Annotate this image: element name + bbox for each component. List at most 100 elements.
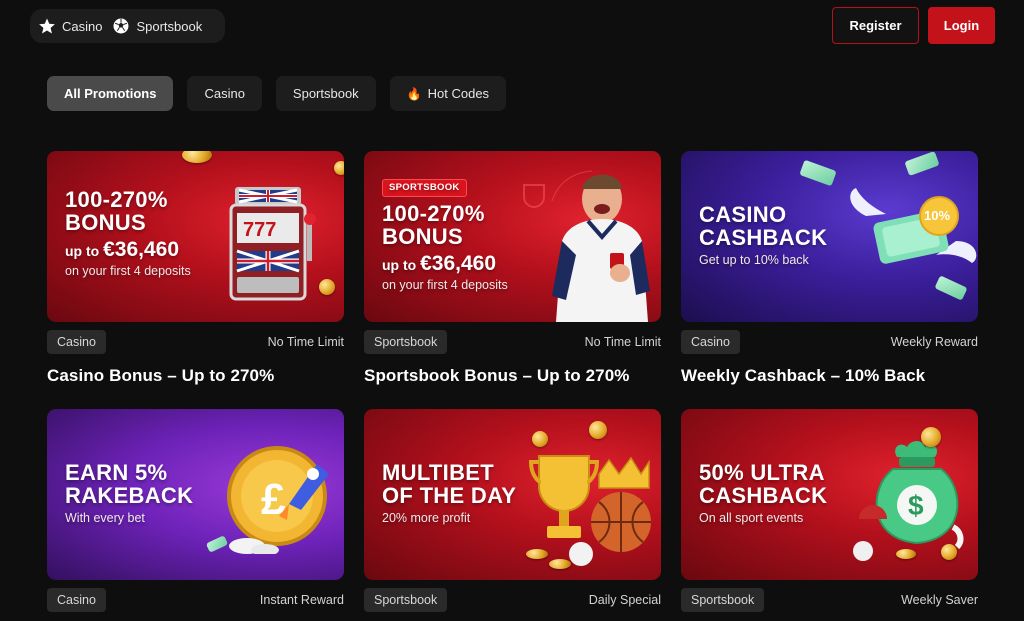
coin-icon	[182, 151, 212, 163]
banner-amount: up to €36,460	[65, 237, 191, 261]
promo-card-ultra-cashback: 50% ULTRA CASHBACK On all sport events $…	[681, 409, 978, 612]
promo-title[interactable]: Casino Bonus – Up to 270%	[47, 366, 344, 386]
banner-subtitle: on your first 4 deposits	[65, 263, 191, 278]
product-switcher: Casino Sportsbook	[30, 9, 225, 43]
promo-duration: No Time Limit	[584, 335, 661, 349]
category-tag: Sportsbook	[364, 588, 448, 612]
trophy-icon	[523, 184, 545, 208]
amount-value: €36,460	[420, 251, 497, 275]
filter-hot-codes[interactable]: 🔥 Hot Codes	[389, 76, 507, 111]
category-tag: Sportsbook	[681, 588, 765, 612]
promotion-filters: All Promotions Casino Sportsbook 🔥 Hot Co…	[47, 76, 507, 111]
star-icon	[39, 18, 55, 34]
banner-headline: EARN 5%	[65, 460, 168, 485]
banner-headline: CASINO	[699, 202, 787, 227]
banner-headline: BONUS	[65, 210, 146, 236]
login-button[interactable]: Login	[928, 7, 995, 44]
promo-card-rakeback: EARN 5% RAKEBACK With every bet £ Casino…	[47, 409, 344, 612]
banner-headline: 50% ULTRA	[699, 460, 825, 485]
filter-label: Sportsbook	[292, 86, 359, 101]
promo-banner[interactable]: 100-270% BONUS up to €36,460 on your fir…	[47, 151, 344, 322]
promo-banner[interactable]: SPORTSBOOK 100-270% BONUS up to €36,460 …	[364, 151, 661, 322]
promo-meta: Sportsbook No Time Limit	[364, 330, 661, 354]
promo-banner[interactable]: MULTIBET OF THE DAY 20% more profit	[364, 409, 661, 580]
banner-headline: CASHBACK	[699, 483, 828, 509]
filter-all-promotions[interactable]: All Promotions	[47, 76, 174, 111]
promo-duration: Weekly Reward	[890, 335, 978, 349]
promo-card-casino-bonus: 100-270% BONUS up to €36,460 on your fir…	[47, 151, 344, 386]
promo-banner[interactable]: 50% ULTRA CASHBACK On all sport events $	[681, 409, 978, 580]
promo-card-sportsbook-bonus: SPORTSBOOK 100-270% BONUS up to €36,460 …	[364, 151, 661, 386]
cash-icon	[904, 151, 940, 177]
banner-text: MULTIBET OF THE DAY 20% more profit	[382, 461, 516, 525]
filter-label: Casino	[204, 86, 245, 101]
banner-headline: CASHBACK	[699, 225, 828, 251]
promo-meta: Casino No Time Limit	[47, 330, 344, 354]
banner-headline: MULTIBET	[382, 460, 494, 485]
promo-card-weekly-cashback: CASINO CASHBACK Get up to 10% back 10% C…	[681, 151, 978, 386]
banner-headline: OF THE DAY	[382, 483, 517, 509]
coin-icon	[921, 427, 941, 447]
trophy-icon	[529, 455, 651, 566]
amount-prefix: up to	[382, 256, 417, 273]
banner-headline: RAKEBACK	[65, 483, 194, 509]
banner-subtitle: 20% more profit	[382, 510, 471, 525]
promo-banner[interactable]: EARN 5% RAKEBACK With every bet £	[47, 409, 344, 580]
nav-casino-label: Casino	[62, 18, 103, 34]
banner-text: 50% ULTRA CASHBACK On all sport events	[699, 461, 827, 525]
coin-icon	[549, 559, 571, 569]
promo-meta: Sportsbook Daily Special	[364, 588, 661, 612]
coin-icon	[334, 161, 344, 175]
banner-text: CASINO CASHBACK Get up to 10% back	[699, 203, 827, 267]
percent-badge: 10%	[924, 208, 951, 223]
banner-headline: BONUS	[382, 224, 463, 250]
banner-subtitle: With every bet	[65, 510, 145, 525]
coin-icon	[589, 421, 607, 439]
nav-sportsbook[interactable]: Sportsbook	[112, 17, 202, 35]
coin-icon	[532, 431, 548, 447]
promo-card-multibet: MULTIBET OF THE DAY 20% more profit Spor…	[364, 409, 661, 612]
promo-duration: Daily Special	[588, 593, 661, 607]
banner-headline: 100-270%	[382, 201, 485, 227]
amount-prefix: up to	[65, 242, 100, 259]
promo-title[interactable]: Weekly Cashback – 10% Back	[681, 366, 978, 386]
winged-cash-icon	[850, 188, 977, 264]
nav-sportsbook-label: Sportsbook	[136, 18, 203, 34]
filter-label: All Promotions	[64, 86, 157, 101]
banner-text: SPORTSBOOK 100-270% BONUS up to €36,460 …	[382, 178, 508, 292]
promo-duration: Instant Reward	[259, 593, 344, 607]
coin-icon	[896, 549, 916, 559]
promo-duration: Weekly Saver	[901, 593, 978, 607]
amount-value: €36,460	[103, 237, 180, 261]
register-button[interactable]: Register	[832, 7, 919, 44]
filter-sportsbook[interactable]: Sportsbook	[275, 76, 376, 111]
filter-label: Hot Codes	[427, 86, 490, 101]
promo-duration: No Time Limit	[267, 335, 344, 349]
banner-subtitle: Get up to 10% back	[699, 252, 809, 267]
banner-subtitle: on your first 4 deposits	[382, 277, 508, 292]
banner-amount: up to €36,460	[382, 251, 508, 275]
category-tag: Sportsbook	[364, 330, 448, 354]
category-tag: Casino	[47, 588, 106, 612]
coin-icon	[319, 279, 335, 295]
rocket-coin-icon: £	[227, 446, 329, 554]
promo-meta: Sportsbook Weekly Saver	[681, 588, 978, 612]
promo-banner[interactable]: CASINO CASHBACK Get up to 10% back 10%	[681, 151, 978, 322]
svg-text:777: 777	[243, 219, 276, 241]
coin-icon	[941, 544, 957, 560]
promo-meta: Casino Weekly Reward	[681, 330, 978, 354]
coin-icon	[526, 549, 548, 559]
banner-headline: 100-270%	[65, 187, 168, 212]
cash-icon	[799, 159, 837, 187]
category-tag: Casino	[47, 330, 106, 354]
banner-text: 100-270% BONUS up to €36,460 on your fir…	[65, 188, 191, 278]
nav-casino[interactable]: Casino	[38, 17, 102, 35]
promo-meta: Casino Instant Reward	[47, 588, 344, 612]
filter-casino[interactable]: Casino	[187, 76, 262, 111]
flame-icon: 🔥	[406, 86, 422, 101]
soccer-ball-icon	[113, 18, 129, 34]
promo-title[interactable]: Sportsbook Bonus – Up to 270%	[364, 366, 661, 386]
svg-text:$: $	[908, 490, 924, 521]
category-tag: Casino	[681, 330, 740, 354]
banner-text: EARN 5% RAKEBACK With every bet	[65, 461, 193, 525]
